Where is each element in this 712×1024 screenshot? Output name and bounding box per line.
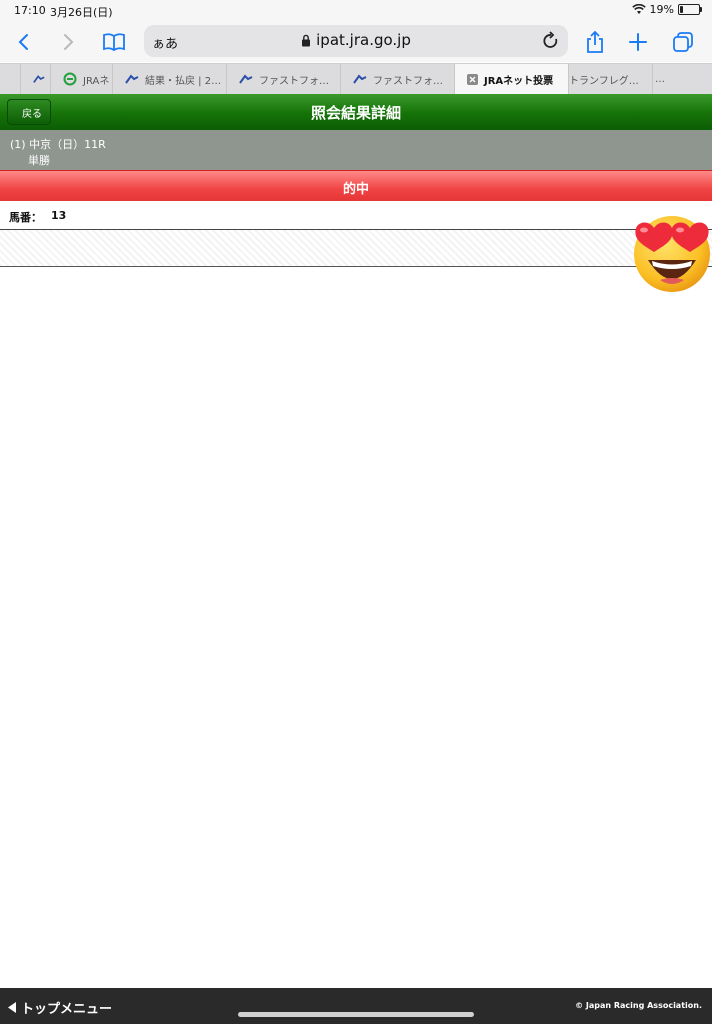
heart-eyes-emoji-icon <box>634 216 710 292</box>
empty-detail-row <box>0 230 712 267</box>
wifi-icon <box>631 4 646 14</box>
tab-fast-forward-2[interactable]: ファストフォ… <box>340 64 455 94</box>
battery-icon <box>678 4 702 15</box>
tab-jra-net-voting-active[interactable]: JRAネット投票 <box>454 64 569 94</box>
page-title: 照会結果詳細 <box>310 104 401 122</box>
triangle-left-icon <box>8 1002 16 1013</box>
horse-number-label: 馬番： <box>9 211 42 224</box>
tab-results-payouts[interactable]: 結果・払戻 | 2… <box>112 64 227 94</box>
footer-bar: トップメニュー © Japan Racing Association. <box>0 988 712 1024</box>
result-label: 的中 <box>342 182 369 197</box>
new-tab-plus-icon[interactable] <box>624 28 652 56</box>
tab-jra-net[interactable]: JRAネ <box>50 64 113 94</box>
lock-icon <box>302 34 311 47</box>
jra-horse-favicon-icon <box>125 74 139 84</box>
bookmarks-book-icon[interactable] <box>100 28 128 56</box>
jra-green-logo-icon <box>63 72 77 86</box>
close-tab-icon[interactable] <box>467 73 478 85</box>
address-bar[interactable]: ぁあ ipat.jra.go.jp <box>144 25 568 57</box>
horse-number-row: 馬番： 13 <box>0 201 712 230</box>
url-text: ipat.jra.go.jp <box>316 31 411 49</box>
home-indicator[interactable] <box>238 1012 474 1017</box>
race-name: (1) 中京（日）11R <box>10 138 106 151</box>
jra-horse-favicon-icon <box>353 74 367 84</box>
bet-type: 単勝 <box>28 154 50 167</box>
tab-jra-1[interactable] <box>20 64 51 94</box>
tab-strip: JRAネ 結果・払戻 | 2… ファストフォ… ファストフォ… JRAネット投票… <box>0 63 712 95</box>
forward-arrow-icon[interactable] <box>54 28 82 56</box>
top-menu-label: トップメニュー <box>21 1002 113 1017</box>
back-arrow-icon[interactable] <box>10 28 38 56</box>
tab-transflag[interactable]: トランフレグ… <box>568 64 653 94</box>
url-display[interactable]: ipat.jra.go.jp <box>144 31 568 49</box>
status-bar: 17:10 3月26日(日) 19% <box>0 0 712 22</box>
jra-horse-favicon-icon <box>33 75 45 83</box>
race-info-panel: (1) 中京（日）11R 単勝 <box>0 130 712 170</box>
share-icon[interactable] <box>581 28 609 56</box>
copyright-text: © Japan Racing Association. <box>575 1001 702 1010</box>
tabs-overview-icon[interactable] <box>669 28 697 56</box>
status-date: 3月26日(日) <box>50 6 113 19</box>
top-menu-link[interactable]: トップメニュー <box>8 998 112 1017</box>
battery-percent: 19% <box>649 3 674 16</box>
page-header: 戻る 照会結果詳細 <box>0 94 712 130</box>
tab-fast-forward-1[interactable]: ファストフォ… <box>226 64 341 94</box>
horse-number-value: 13 <box>51 209 67 222</box>
status-time: 17:10 <box>14 4 46 17</box>
jra-horse-favicon-icon <box>239 74 253 84</box>
result-banner: 的中 <box>0 170 712 202</box>
status-indicators: 19% <box>631 3 702 16</box>
reload-icon[interactable] <box>542 31 560 51</box>
tab-more[interactable]: … <box>652 64 712 94</box>
browser-toolbar: ぁあ ipat.jra.go.jp <box>0 22 712 62</box>
